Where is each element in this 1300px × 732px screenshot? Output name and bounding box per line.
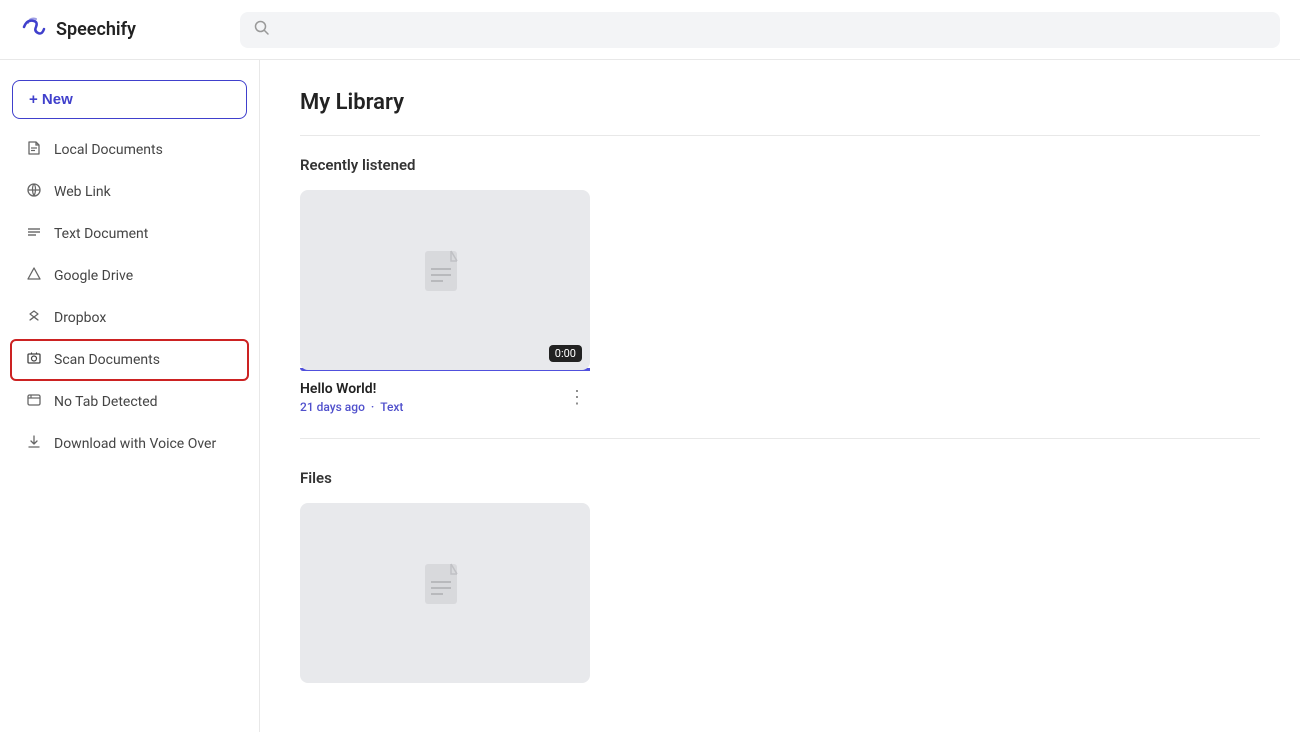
card-timestamp: 0:00 <box>549 345 582 362</box>
card-info: Hello World! 21 days ago · Text ⋮ <box>300 381 590 414</box>
file-card-thumbnail <box>300 503 590 683</box>
files-title: Files <box>300 469 1260 487</box>
files-section: Files <box>300 469 1260 683</box>
sidebar-item-label: Download with Voice Over <box>54 436 216 452</box>
logo-area: Speechify <box>20 13 220 47</box>
dropbox-icon <box>24 308 44 328</box>
cards-row: 0:00 Hello World! 21 days ago · Text <box>300 190 1260 414</box>
sidebar-item-label: Local Documents <box>54 142 163 158</box>
search-bar[interactable] <box>240 12 1280 48</box>
section-divider <box>300 135 1260 136</box>
card-menu-button[interactable]: ⋮ <box>564 383 590 412</box>
sidebar-item-no-tab-detected[interactable]: No Tab Detected <box>12 383 247 421</box>
recently-listened-section: Recently listened <box>300 156 1260 414</box>
local-documents-icon <box>24 140 44 160</box>
web-link-icon <box>24 182 44 202</box>
sidebar-item-web-link[interactable]: Web Link <box>12 173 247 211</box>
file-card-doc-icon <box>423 562 467 624</box>
card-title: Hello World! <box>300 381 403 397</box>
sidebar-item-label: No Tab Detected <box>54 394 158 410</box>
sidebar-item-scan-documents[interactable]: Scan Documents <box>12 341 247 379</box>
recently-listened-title: Recently listened <box>300 156 1260 174</box>
sidebar-item-label: Dropbox <box>54 310 106 326</box>
sidebar-item-dropbox[interactable]: Dropbox <box>12 299 247 337</box>
header: Speechify <box>0 0 1300 60</box>
card-doc-icon <box>423 249 467 311</box>
sidebar-item-text-document[interactable]: Text Document <box>12 215 247 253</box>
file-card[interactable] <box>300 503 590 683</box>
card-hello-world[interactable]: 0:00 Hello World! 21 days ago · Text <box>300 190 590 414</box>
main-layout: + New Local Documents Web Link <box>0 60 1300 732</box>
files-divider <box>300 438 1260 439</box>
page-title: My Library <box>300 90 1260 115</box>
sidebar-item-label: Web Link <box>54 184 111 200</box>
logo-text: Speechify <box>56 19 136 40</box>
sidebar: + New Local Documents Web Link <box>0 60 260 732</box>
sidebar-item-google-drive[interactable]: Google Drive <box>12 257 247 295</box>
sidebar-item-download-voice-over[interactable]: Download with Voice Over <box>12 425 247 463</box>
sidebar-item-label: Scan Documents <box>54 352 160 368</box>
card-text: Hello World! 21 days ago · Text <box>300 381 403 414</box>
sidebar-item-label: Text Document <box>54 226 148 242</box>
download-voice-over-icon <box>24 434 44 454</box>
search-input[interactable] <box>278 22 1266 38</box>
google-drive-icon <box>24 266 44 286</box>
search-icon <box>254 20 270 40</box>
files-cards-row <box>300 503 1260 683</box>
new-button[interactable]: + New <box>12 80 247 119</box>
card-thumbnail: 0:00 <box>300 190 590 370</box>
sidebar-item-label: Google Drive <box>54 268 133 284</box>
content-area: My Library Recently listened <box>260 60 1300 732</box>
speechify-logo-icon <box>20 13 48 47</box>
text-document-icon <box>24 224 44 244</box>
scan-documents-icon <box>24 350 44 370</box>
card-meta: 21 days ago · Text <box>300 400 403 414</box>
no-tab-icon <box>24 392 44 412</box>
sidebar-item-local-documents[interactable]: Local Documents <box>12 131 247 169</box>
